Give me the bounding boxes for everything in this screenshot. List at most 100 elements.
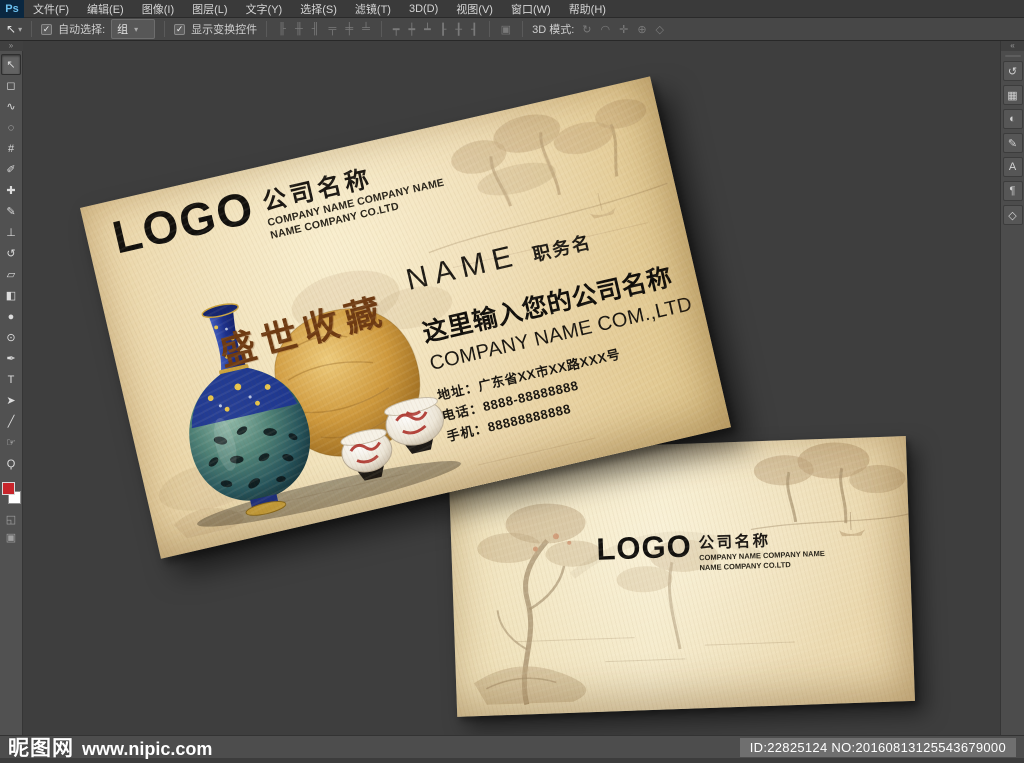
quick-mask-icon[interactable]: ◱ <box>1 510 21 528</box>
gradient-tool[interactable]: ◧ <box>1 285 21 306</box>
eraser-tool[interactable]: ▱ <box>1 264 21 285</box>
menu-layer[interactable]: 图层(L) <box>183 0 236 18</box>
blur-tool[interactable]: ● <box>1 306 21 327</box>
move-tool-icon: ↖ <box>6 22 17 36</box>
3d-drag-icon[interactable]: ✛ <box>617 23 630 36</box>
auto-select-label: 自动选择: <box>58 24 106 36</box>
show-transform-label: 显示变换控件 <box>191 24 258 36</box>
distribute-hcenter-icon[interactable]: ╂ <box>453 23 464 36</box>
business-card-back[interactable]: LOGO 公司名称 COMPANY NAME COMPANY NAME NAME… <box>448 436 915 717</box>
align-bottom-edges-icon[interactable]: ╧ <box>360 23 372 35</box>
character-panel-icon[interactable]: A <box>1002 157 1023 177</box>
dock-divider <box>1004 55 1021 57</box>
path-selection-tool[interactable]: ➤ <box>1 390 21 411</box>
watermark: 昵图网 www.nipic.com <box>8 732 212 762</box>
photoshop-window: Ps 文件(F) 编辑(E) 图像(I) 图层(L) 文字(Y) 选择(S) 滤镜(T) 3D… <box>0 0 1024 763</box>
eyedropper-tool[interactable]: ✐ <box>1 159 21 180</box>
menu-select[interactable]: 选择(S) <box>291 0 346 18</box>
align-right-edges-icon[interactable]: ╢ <box>310 23 322 35</box>
menu-view[interactable]: 视图(V) <box>447 0 502 18</box>
tools-list: ↖ ◻ ∿ ◌ # ✐ ✚ ✎ ⊥ ↺ ▱ ◧ ● ⊙ ✒ T ➤ ╱ ☞ Ϙ <box>1 54 21 474</box>
ink-landscape-art <box>474 442 909 705</box>
type-tool[interactable]: T <box>1 369 21 390</box>
toolbar-collapse-icon[interactable]: » <box>0 41 23 51</box>
brush-panel-icon[interactable]: ✎ <box>1002 133 1023 153</box>
lasso-tool[interactable]: ∿ <box>1 96 21 117</box>
calligraphy-text: 盛世收藏 <box>215 289 393 375</box>
distribute-left-icon[interactable]: ┠ <box>438 23 449 36</box>
menu-help[interactable]: 帮助(H) <box>560 0 615 18</box>
pen-tool[interactable]: ✒ <box>1 348 21 369</box>
brush-tool[interactable]: ✎ <box>1 201 21 222</box>
swatches-panel-icon[interactable]: ▦ <box>1002 85 1023 105</box>
distribute-top-icon[interactable]: ┯ <box>391 23 402 36</box>
logo-text: LOGO <box>595 528 693 567</box>
threed-panel-icon[interactable]: ◇ <box>1002 205 1023 225</box>
watermark-site-name: 昵图网 <box>8 737 74 760</box>
clone-stamp-tool[interactable]: ⊥ <box>1 222 21 243</box>
3d-rotate-icon[interactable]: ↻ <box>580 23 593 36</box>
3d-roll-icon[interactable]: ◠ <box>598 23 612 36</box>
history-panel-icon[interactable]: ↺ <box>1002 61 1023 81</box>
zoom-tool[interactable]: Ϙ <box>1 453 21 474</box>
person-name: NAME <box>403 238 523 297</box>
align-icons-group: ╟ ╫ ╢ ╤ ╪ ╧ <box>276 23 372 35</box>
menu-bar: Ps 文件(F) 编辑(E) 图像(I) 图层(L) 文字(Y) 选择(S) 滤镜(T) 3D… <box>0 0 1024 18</box>
hand-tool[interactable]: ☞ <box>1 432 21 453</box>
quick-selection-tool[interactable]: ◌ <box>1 117 21 138</box>
align-left-edges-icon[interactable]: ╟ <box>276 23 288 35</box>
current-tool-icon[interactable]: ↖ ▾ <box>6 22 22 36</box>
align-top-edges-icon[interactable]: ╤ <box>327 23 339 35</box>
adjustments-panel-icon[interactable]: ◐ <box>1002 109 1023 129</box>
person-title: 职务名 <box>530 232 594 266</box>
history-brush-tool[interactable]: ↺ <box>1 243 21 264</box>
divider <box>266 21 268 37</box>
align-vertical-centers-icon[interactable]: ╪ <box>343 23 355 35</box>
divider <box>522 21 524 37</box>
auto-select-value: 组 <box>117 24 129 36</box>
back-card-logo-block: LOGO 公司名称 COMPANY NAME COMPANY NAME NAME… <box>596 527 825 576</box>
dodge-tool[interactable]: ⊙ <box>1 327 21 348</box>
auto-select-dropdown[interactable]: 组 ▾ <box>111 19 156 39</box>
move-tool[interactable]: ↖ <box>1 54 21 75</box>
3d-mode-icons-group: ↻ ◠ ✛ ⊕ ◇ <box>580 23 666 36</box>
menu-filter[interactable]: 滤镜(T) <box>346 0 400 18</box>
distribute-vcenter-icon[interactable]: ┿ <box>407 23 418 36</box>
screen-mode-icon[interactable]: ▣ <box>1 528 21 546</box>
photoshop-logo: Ps <box>0 0 24 18</box>
menu-window[interactable]: 窗口(W) <box>502 0 560 18</box>
dock-collapse-icon[interactable]: « <box>1000 41 1024 51</box>
chevron-down-icon: ▾ <box>18 24 23 34</box>
marquee-tool[interactable]: ◻ <box>1 75 21 96</box>
menu-edit[interactable]: 编辑(E) <box>78 0 133 18</box>
chevron-down-icon: ▾ <box>134 24 139 34</box>
crop-tool[interactable]: # <box>1 138 21 159</box>
divider <box>164 21 166 37</box>
3d-slide-icon[interactable]: ⊕ <box>635 23 648 36</box>
distribute-bottom-icon[interactable]: ┷ <box>422 23 433 36</box>
distribute-right-icon[interactable]: ┨ <box>469 23 480 36</box>
menu-3d[interactable]: 3D(D) <box>400 0 447 18</box>
foreground-color-swatch[interactable] <box>1 482 15 495</box>
color-swatches <box>0 480 23 510</box>
menu-file[interactable]: 文件(F) <box>24 0 78 18</box>
menu-image[interactable]: 图像(I) <box>133 0 183 18</box>
tools-panel: » ↖ ◻ ∿ ◌ # ✐ ✚ ✎ ⊥ ↺ ▱ ◧ ● ⊙ ✒ T ➤ ╱ ☞ Ϙ ◱ ▣ <box>0 41 23 735</box>
front-card-logo-block: LOGO 公司名称 COMPANY NAME COMPANY NAME NAME… <box>107 143 449 278</box>
show-transform-checkbox[interactable]: ✓ <box>174 23 186 35</box>
auto-align-layers-icon[interactable]: ▣ <box>499 23 513 36</box>
line-tool[interactable]: ╱ <box>1 411 21 432</box>
image-id-badge: ID:22825124 NO:20160813125543679000 <box>739 737 1016 757</box>
healing-brush-tool[interactable]: ✚ <box>1 180 21 201</box>
divider <box>380 21 382 37</box>
3d-mode-label: 3D 模式: <box>532 24 575 36</box>
auto-select-checkbox[interactable]: ✓ <box>41 23 53 35</box>
align-horizontal-centers-icon[interactable]: ╫ <box>293 23 305 35</box>
menu-type[interactable]: 文字(Y) <box>237 0 292 18</box>
document-canvas[interactable]: LOGO 公司名称 COMPANY NAME COMPANY NAME NAME… <box>23 41 1000 735</box>
paragraph-panel-icon[interactable]: ¶ <box>1002 181 1023 201</box>
logo-text: LOGO <box>107 180 260 264</box>
3d-scale-icon[interactable]: ◇ <box>654 23 666 36</box>
tool-options-bar: ↖ ▾ ✓ 自动选择: 组 ▾ ✓ 显示变换控件 ╟ ╫ ╢ ╤ ╪ ╧ ┯ ┿ ┷ ┠ ╂ ┨ ▣… <box>0 18 1024 41</box>
menu-list: 文件(F) 编辑(E) 图像(I) 图层(L) 文字(Y) 选择(S) 滤镜(T) 3D(D)… <box>24 0 615 18</box>
